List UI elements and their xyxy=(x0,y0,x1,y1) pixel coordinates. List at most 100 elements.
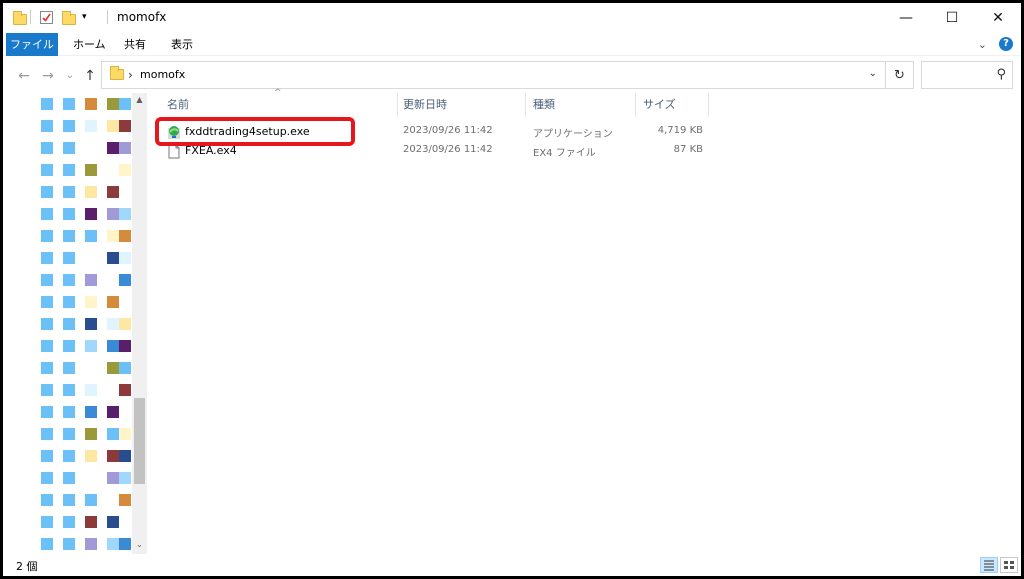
navigation-tree-item[interactable] xyxy=(3,252,133,266)
help-icon[interactable]: ? xyxy=(999,37,1013,51)
properties-icon[interactable] xyxy=(40,11,53,24)
navigation-tree-item[interactable] xyxy=(3,428,133,442)
details-view-icon[interactable] xyxy=(980,557,998,573)
pixelated-block xyxy=(41,516,53,528)
pixelated-block xyxy=(119,274,131,286)
tab-home[interactable]: ホーム xyxy=(63,33,116,56)
scroll-up-icon[interactable]: ▲ xyxy=(134,95,145,104)
maximize-button[interactable]: ☐ xyxy=(929,3,975,33)
address-bar[interactable]: › momofx ⌄ xyxy=(101,61,886,89)
pixelated-block xyxy=(41,450,53,462)
pixelated-block xyxy=(41,252,53,264)
navigation-tree-item[interactable] xyxy=(3,516,133,530)
pixelated-block xyxy=(41,340,53,352)
pixelated-block xyxy=(107,296,119,308)
pixelated-block xyxy=(85,208,97,220)
pixelated-block xyxy=(63,362,75,374)
address-dropdown-icon[interactable]: ⌄ xyxy=(869,68,877,79)
pixelated-block xyxy=(41,494,53,506)
forward-button[interactable]: → xyxy=(37,65,59,87)
large-icons-view-icon[interactable] xyxy=(1000,557,1018,573)
navigation-tree-item[interactable] xyxy=(3,164,133,178)
navigation-tree-item[interactable] xyxy=(3,384,133,398)
pixelated-block xyxy=(41,406,53,418)
navigation-tree-item[interactable] xyxy=(3,142,133,156)
column-header-modified[interactable]: 更新日時 xyxy=(397,93,521,117)
breadcrumb-momofx[interactable]: momofx xyxy=(140,68,185,81)
search-input[interactable]: ⚲ xyxy=(921,61,1013,89)
pixelated-block xyxy=(85,164,97,176)
pixelated-block xyxy=(63,186,75,198)
scrollbar-thumb[interactable] xyxy=(134,398,145,484)
column-divider[interactable] xyxy=(635,93,636,117)
scroll-down-icon[interactable]: ⌄ xyxy=(134,540,145,549)
pixelated-block xyxy=(85,538,97,550)
minimize-button[interactable]: — xyxy=(883,3,929,33)
recent-locations-button[interactable]: ⌄ xyxy=(59,65,81,87)
pixelated-block xyxy=(107,538,119,550)
tab-share[interactable]: 共有 xyxy=(114,33,156,56)
column-divider[interactable] xyxy=(525,93,526,117)
navigation-tree-item[interactable] xyxy=(3,208,133,222)
pixelated-block xyxy=(107,318,119,330)
folder-icon xyxy=(13,10,27,26)
pixelated-block xyxy=(85,450,97,462)
pixelated-block xyxy=(85,406,97,418)
navigation-tree-item[interactable] xyxy=(3,230,133,244)
navigation-tree-item[interactable] xyxy=(3,274,133,288)
column-header-name[interactable]: 名前 xyxy=(161,93,397,117)
pixelated-block xyxy=(119,472,131,484)
navigation-tree-item[interactable] xyxy=(3,296,133,310)
column-divider[interactable] xyxy=(708,93,709,117)
pixelated-block xyxy=(63,296,75,308)
navigation-tree-item[interactable] xyxy=(3,362,133,376)
new-folder-icon[interactable] xyxy=(62,10,76,26)
up-button[interactable]: ↑ xyxy=(79,65,101,87)
pixelated-block xyxy=(119,494,131,506)
expand-ribbon-icon[interactable]: ⌄ xyxy=(978,38,987,51)
pixelated-block xyxy=(85,274,97,286)
pixelated-block xyxy=(107,428,119,440)
status-bar: 2 個 xyxy=(3,554,1021,576)
navigation-tree-item[interactable] xyxy=(3,186,133,200)
pixelated-block xyxy=(85,494,97,506)
navigation-tree-item[interactable] xyxy=(3,472,133,486)
close-button[interactable]: ✕ xyxy=(975,3,1021,33)
navigation-scrollbar[interactable]: ▲ ⌄ xyxy=(132,93,147,554)
navigation-tree-item[interactable] xyxy=(3,340,133,354)
file-type: EX4 ファイル xyxy=(533,148,596,159)
pixelated-block xyxy=(41,208,53,220)
pixelated-block xyxy=(41,186,53,198)
back-button[interactable]: ← xyxy=(13,65,35,87)
pixelated-block xyxy=(119,208,131,220)
quick-access-dropdown-icon[interactable]: ▾ xyxy=(82,12,87,28)
navigation-tree-item[interactable] xyxy=(3,98,133,112)
navigation-tree-item[interactable] xyxy=(3,406,133,420)
pixelated-block xyxy=(41,164,53,176)
navigation-tree-item[interactable] xyxy=(3,120,133,134)
pixelated-block xyxy=(41,296,53,308)
refresh-button[interactable]: ↻ xyxy=(886,61,914,89)
navigation-tree-item[interactable] xyxy=(3,450,133,464)
navigation-pane[interactable]: ▲ ⌄ xyxy=(3,93,148,554)
pixelated-block xyxy=(63,538,75,550)
pixelated-block xyxy=(107,406,119,418)
column-header-size[interactable]: サイズ xyxy=(637,93,707,117)
pixelated-block xyxy=(63,318,75,330)
pixelated-block xyxy=(107,472,119,484)
pixelated-block xyxy=(85,296,97,308)
tab-file[interactable]: ファイル xyxy=(6,33,58,56)
pixelated-block xyxy=(63,120,75,132)
navigation-tree-item[interactable] xyxy=(3,538,133,552)
pixelated-block xyxy=(41,538,53,550)
pixelated-block xyxy=(85,516,97,528)
pixelated-block xyxy=(63,98,75,110)
pixelated-block xyxy=(119,362,131,374)
pixelated-block xyxy=(63,252,75,264)
file-type: アプリケーション xyxy=(533,129,613,140)
navigation-tree-item[interactable] xyxy=(3,494,133,508)
tab-view[interactable]: 表示 xyxy=(161,33,203,56)
navigation-tree-item[interactable] xyxy=(3,318,133,332)
pixelated-block xyxy=(41,98,53,110)
column-header-type[interactable]: 種類 xyxy=(527,93,635,117)
